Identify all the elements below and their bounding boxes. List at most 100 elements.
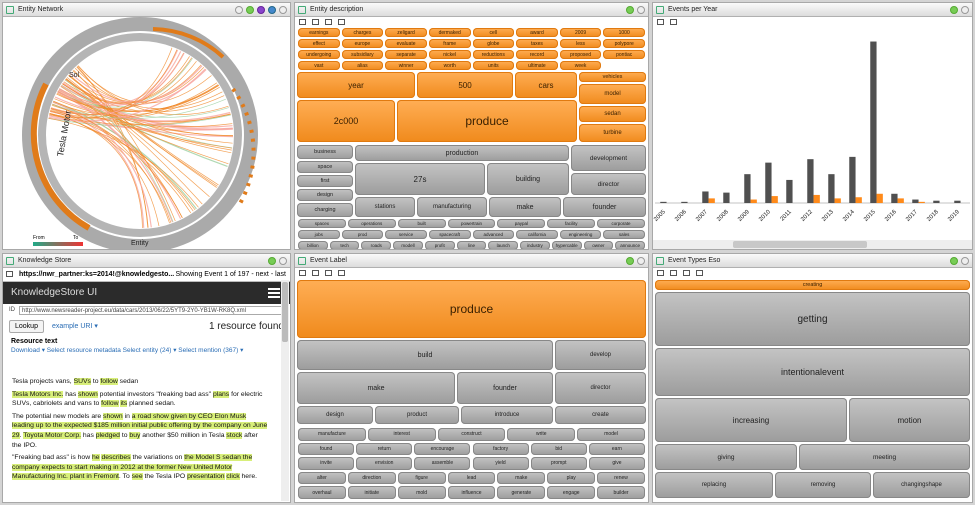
tile-hypercable[interactable]: hypercable (551, 241, 582, 249)
tile-give[interactable]: give (588, 457, 645, 470)
tile-business[interactable]: business (297, 145, 353, 159)
list-icon[interactable] (325, 19, 332, 25)
tile-meeting[interactable]: meeting (799, 444, 970, 470)
grid-icon[interactable] (6, 271, 13, 277)
tile-winner[interactable]: winner (385, 61, 427, 70)
scrollbar-thumb[interactable] (733, 241, 867, 248)
tile-motion[interactable]: motion (849, 398, 970, 442)
tile-ultimate[interactable]: ultimate (516, 61, 558, 70)
tile-less[interactable]: less (559, 39, 602, 48)
settings-icon[interactable] (235, 6, 243, 14)
tile-units[interactable]: units (472, 61, 515, 70)
tile-alias[interactable]: alias (341, 61, 384, 70)
tile-service[interactable]: service (385, 230, 427, 239)
id-input[interactable]: http://www.newsreader-project.eu/data/ca… (19, 305, 284, 315)
tile-design[interactable]: design (297, 189, 353, 201)
tile-frame[interactable]: frame (428, 39, 471, 48)
tile-pontiac[interactable]: pontiac (603, 50, 645, 59)
tile-design[interactable]: design (297, 406, 373, 424)
tile-1000[interactable]: 1000 (603, 28, 645, 37)
refresh-icon[interactable] (246, 6, 254, 14)
chord-diagram[interactable]: Tesla Motor Entity Sol From To (3, 17, 290, 249)
bar-series1-2014[interactable] (855, 197, 862, 203)
events-bar-chart[interactable]: 2005 2006 2007 2008 2009 2010 2011 2012 2013 2014… (653, 28, 972, 250)
bar-series0-2009[interactable] (744, 174, 751, 203)
tile-first[interactable]: first (297, 175, 353, 187)
tile-creating[interactable]: creating (655, 280, 970, 290)
tile-year[interactable]: year (297, 72, 415, 98)
maximize-icon[interactable] (637, 6, 645, 14)
tile-polypore[interactable]: polypore (603, 39, 645, 48)
event-label-titlebar[interactable]: Event Label (295, 254, 648, 268)
tile-dermaked[interactable]: dermaked (428, 28, 471, 37)
bar-series0-2015[interactable] (870, 41, 877, 204)
tile-construct[interactable]: construct (437, 428, 506, 441)
tile-initiate[interactable]: initiate (347, 486, 396, 499)
tile-proposed[interactable]: proposed (559, 50, 602, 59)
list-icon[interactable] (683, 270, 690, 276)
tile-renew[interactable]: renew (597, 471, 645, 485)
tile-yield[interactable]: yield (472, 457, 529, 470)
event-navigation[interactable]: Showing Event 1 of 197 - next - last (175, 268, 286, 282)
refresh-icon[interactable] (626, 257, 634, 265)
tile-return[interactable]: return (356, 442, 413, 456)
tile-product[interactable]: product (375, 406, 459, 424)
tile-facility[interactable]: facility (547, 219, 596, 228)
tile-make[interactable]: make (497, 471, 546, 485)
bar-chart-icon[interactable] (696, 270, 703, 276)
grid-icon[interactable] (657, 270, 664, 276)
tile-paypal[interactable]: paypal (497, 219, 546, 228)
tile-operations[interactable]: operations (347, 219, 396, 228)
tile-500[interactable]: 500 (417, 72, 513, 98)
tile-profit[interactable]: profit (424, 241, 455, 249)
tile-undergoing[interactable]: undergoing (298, 50, 340, 59)
bar-series1-2013[interactable] (834, 198, 841, 203)
tile-roads[interactable]: roads (361, 241, 392, 249)
tile-removing[interactable]: removing (775, 472, 871, 498)
tile-charges[interactable]: charges (341, 28, 384, 37)
tile-development[interactable]: development (571, 145, 646, 171)
bar-series1-2007[interactable] (708, 198, 715, 203)
tile-spacex[interactable]: spacex (298, 219, 346, 228)
tile-vehicles[interactable]: vehicles (579, 72, 646, 82)
tile-prompt[interactable]: prompt (530, 457, 587, 470)
bar-series0-2008[interactable] (723, 192, 730, 203)
table-icon[interactable] (670, 270, 677, 276)
bar-series0-2013[interactable] (828, 174, 835, 203)
tile-introduce[interactable]: introduce (461, 406, 553, 424)
tile-bid[interactable]: bid (530, 442, 587, 456)
tile-modell[interactable]: modell (393, 241, 423, 249)
tile-taxes[interactable]: taxes (516, 39, 558, 48)
resource-links[interactable]: Download ▾ Select resource metadata Sele… (3, 345, 290, 356)
tile-encourage[interactable]: encourage (414, 442, 471, 456)
bar-series0-2010[interactable] (765, 162, 772, 203)
bar-series0-2012[interactable] (807, 159, 814, 203)
tile-cars[interactable]: cars (515, 72, 577, 98)
tile-director[interactable]: director (555, 372, 646, 404)
bar-series1-2010[interactable] (771, 196, 778, 203)
tile-assemble[interactable]: assemble (414, 457, 471, 470)
tile-figure[interactable]: figure (397, 471, 446, 485)
tile-overhaul[interactable]: overhaul (298, 486, 346, 499)
tile-increasing[interactable]: increasing (655, 398, 847, 442)
tile-intentionalevent[interactable]: intentionalevent (655, 348, 970, 396)
tile-write[interactable]: write (507, 428, 576, 441)
maximize-icon[interactable] (961, 6, 969, 14)
tile-vast[interactable]: vast (298, 61, 340, 70)
bar-series1-2012[interactable] (813, 194, 820, 203)
tile-built[interactable]: built (397, 219, 446, 228)
entity-description-titlebar[interactable]: Entity description (295, 3, 648, 17)
maximize-icon[interactable] (637, 257, 645, 265)
tile-make[interactable]: make (297, 372, 455, 404)
tile-owner[interactable]: owner (583, 241, 614, 249)
tile-model[interactable]: model (579, 84, 646, 104)
bar-series0-2011[interactable] (786, 179, 793, 203)
tile-earnings[interactable]: earnings (298, 28, 340, 37)
tile-interest[interactable]: interest (367, 428, 436, 441)
grid-icon[interactable] (299, 270, 306, 276)
tile-launch[interactable]: launch (488, 241, 519, 249)
tile-27s[interactable]: 27s (355, 163, 485, 195)
tile-charging[interactable]: charging (297, 203, 353, 217)
tile-replacing[interactable]: replacing (655, 472, 773, 498)
tile-cell[interactable]: cell (472, 28, 515, 37)
